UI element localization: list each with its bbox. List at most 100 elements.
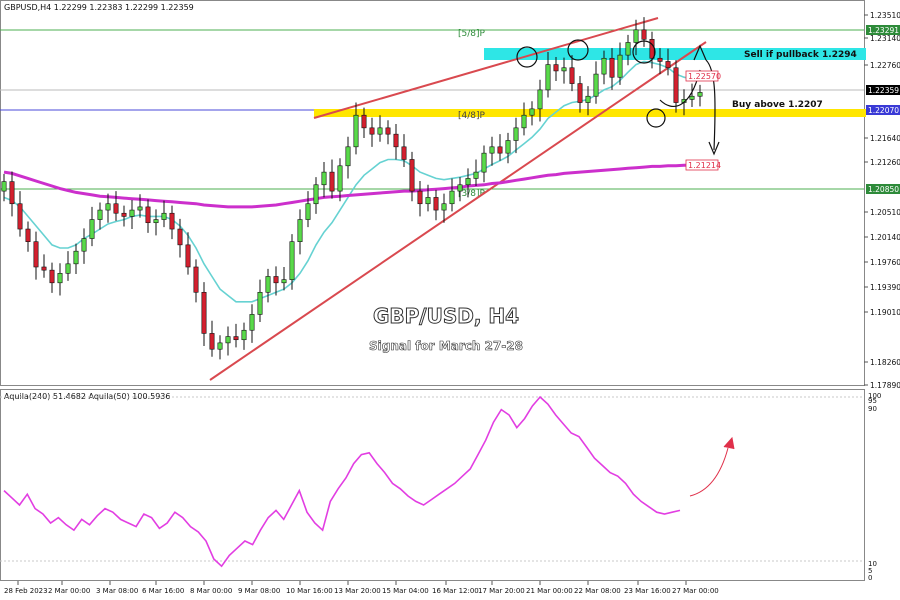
- candle-body: [689, 95, 695, 100]
- indicator-tick-label: 90: [868, 405, 877, 413]
- overlay-title: GBP/USD, H4: [373, 304, 519, 328]
- candle-body: [665, 61, 671, 69]
- candle-body: [33, 241, 39, 268]
- candle-body: [233, 336, 239, 341]
- candle-body: [369, 127, 375, 135]
- candle-body: [185, 244, 191, 268]
- candle-body: [673, 67, 679, 103]
- candle-body: [161, 212, 167, 220]
- price-tick-label: 1.21260: [870, 158, 900, 167]
- candle-body: [281, 279, 287, 284]
- price-tick-label: 1.22760: [870, 61, 900, 70]
- candle-body: [441, 203, 447, 211]
- sell-annotation: Sell if pullback 1.2294: [744, 50, 857, 60]
- candle-body: [601, 57, 607, 75]
- candle-body: [609, 57, 615, 78]
- price-tick-label: 1.20140: [870, 233, 900, 242]
- candle-body: [73, 250, 79, 265]
- candle-body: [633, 29, 639, 43]
- candle-body: [521, 114, 527, 129]
- candle-body: [481, 152, 487, 173]
- time-tick-label: 6 Mar 16:00: [142, 587, 184, 595]
- candle-body: [49, 269, 55, 284]
- candle-body: [529, 108, 535, 116]
- candle-body: [25, 228, 31, 242]
- candle-body: [297, 219, 303, 242]
- candle-body: [129, 209, 135, 217]
- overlay-subtitle: Signal for March 27-28: [369, 339, 523, 353]
- price-badge-label: 1.20850: [868, 185, 899, 194]
- candle-body: [361, 114, 367, 129]
- candle-body: [169, 212, 175, 230]
- candle-body: [145, 206, 151, 224]
- candle-body: [313, 184, 319, 205]
- time-tick-label: 23 Mar 16:00: [624, 587, 671, 595]
- candle-body: [225, 336, 231, 344]
- time-tick-label: 21 Mar 00:00: [526, 587, 573, 595]
- candle-body: [65, 263, 71, 274]
- candle-body: [9, 181, 15, 205]
- candle-body: [697, 92, 703, 97]
- ma-fast-label-box: 1.22570: [685, 70, 721, 82]
- chart-window: [5/8]P [4/8]P [3/8]P Sell if pullback 1.…: [0, 0, 900, 600]
- ma-fast-inline-label: 1.22570: [688, 72, 721, 81]
- time-tick-label: 17 Mar 20:00: [478, 587, 525, 595]
- price-badges: 1.23291 1.22359 1.22070 1.20850: [866, 25, 900, 194]
- candle-body: [17, 203, 23, 230]
- candle-body: [241, 329, 247, 341]
- ma-slow-label-box: 1.21214: [685, 159, 721, 171]
- time-tick-label: 2 Mar 00:00: [48, 587, 90, 595]
- time-tick-label: 10 Mar 16:00: [286, 587, 333, 595]
- indicator-plot-frame: [0, 389, 865, 581]
- candle-body: [337, 165, 343, 192]
- price-tick-label: 1.23510: [870, 11, 900, 20]
- candle-body: [617, 54, 623, 78]
- indicator-axis: 10095901050: [868, 392, 881, 582]
- candle-body: [201, 291, 207, 334]
- price-badge-label: 1.22070: [868, 106, 899, 115]
- time-tick-label: 28 Feb 2023: [4, 587, 48, 595]
- candle-body: [193, 266, 199, 293]
- candle-body: [89, 219, 95, 239]
- candle-body: [425, 197, 431, 205]
- candle-body: [385, 127, 391, 135]
- time-tick-label: 9 Mar 08:00: [238, 587, 280, 595]
- candle-body: [153, 219, 159, 224]
- candle-body: [113, 203, 119, 214]
- candle-body: [409, 159, 415, 192]
- candle-body: [121, 212, 127, 217]
- price-tick-label: 1.17890: [870, 381, 900, 390]
- candle-body: [57, 273, 63, 284]
- ma-slow-inline-label: 1.21214: [688, 161, 721, 170]
- candle-body: [657, 57, 663, 62]
- candle-body: [209, 333, 215, 350]
- time-tick-label: 22 Mar 08:00: [574, 587, 621, 595]
- candle-body: [545, 64, 551, 91]
- chart-canvas[interactable]: [5/8]P [4/8]P [3/8]P Sell if pullback 1.…: [0, 0, 900, 600]
- candle-body: [569, 67, 575, 84]
- candle-body: [537, 89, 543, 110]
- candle-body: [625, 42, 631, 56]
- candle-body: [449, 190, 455, 205]
- time-tick-label: 15 Mar 04:00: [382, 587, 429, 595]
- price-badge-label: 1.22359: [868, 86, 899, 95]
- candle-body: [81, 238, 87, 252]
- price-tick-label: 1.20510: [870, 208, 900, 217]
- candle-body: [177, 228, 183, 246]
- price-tick-label: 1.23140: [870, 34, 900, 43]
- candle-body: [353, 114, 359, 148]
- price-badge-label: 1.23291: [868, 26, 899, 35]
- time-tick-label: 3 Mar 08:00: [96, 587, 138, 595]
- candle-body: [457, 184, 463, 192]
- candle-body: [649, 38, 655, 59]
- candle-body: [345, 146, 351, 167]
- candle-body: [497, 146, 503, 154]
- candle-body: [1, 181, 7, 192]
- candle-body: [489, 146, 495, 154]
- candle-body: [305, 203, 311, 220]
- candle-body: [465, 178, 471, 186]
- indicator-tick-label: 0: [868, 574, 872, 582]
- candle-body: [553, 64, 559, 72]
- candle-body: [265, 276, 271, 293]
- murray-5-8-label: [5/8]P: [458, 29, 486, 39]
